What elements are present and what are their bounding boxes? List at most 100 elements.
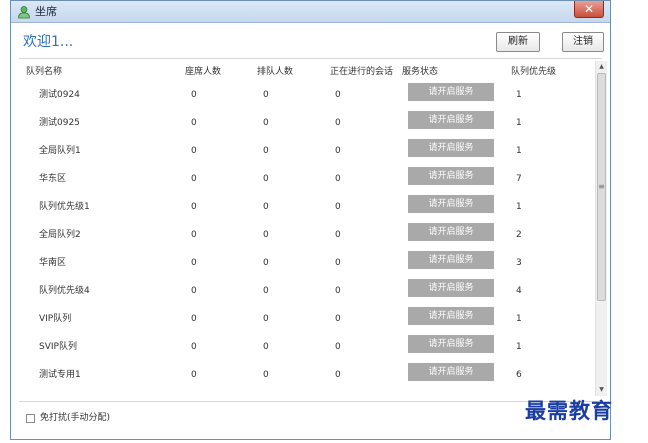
cell-sessions: 0 bbox=[335, 202, 341, 212]
start-service-button[interactable]: 请开启服务 bbox=[408, 335, 494, 353]
cell-name: 队列优先级4 bbox=[39, 286, 90, 296]
cell-name: 全局队列1 bbox=[39, 146, 81, 156]
cell-priority: 3 bbox=[516, 258, 522, 268]
cell-agents: 0 bbox=[191, 286, 197, 296]
vertical-scrollbar[interactable]: ▲ ≡ ▼ bbox=[595, 61, 607, 396]
cell-agents: 0 bbox=[191, 370, 197, 380]
cell-name: VIP队列 bbox=[39, 314, 72, 324]
column-header-priority[interactable]: 队列优先级 bbox=[511, 66, 556, 78]
cell-priority: 1 bbox=[516, 202, 522, 212]
logout-button[interactable]: 注销 bbox=[562, 32, 604, 52]
cell-queued: 0 bbox=[263, 286, 269, 296]
queue-table: 队列名称 座席人数 排队人数 正在进行的会话 服务状态 队列优先级 测试0924… bbox=[11, 61, 595, 399]
refresh-button[interactable]: 刷新 bbox=[496, 32, 540, 52]
window-title: 坐席 bbox=[35, 5, 57, 18]
user-icon bbox=[18, 6, 30, 19]
cell-queued: 0 bbox=[263, 202, 269, 212]
cell-name: 全局队列2 bbox=[39, 230, 81, 240]
cell-priority: 1 bbox=[516, 342, 522, 352]
cell-name: 测试专用1 bbox=[39, 370, 81, 380]
cell-sessions: 0 bbox=[335, 314, 341, 324]
cell-sessions: 0 bbox=[335, 90, 341, 100]
column-header-agent-count[interactable]: 座席人数 bbox=[185, 66, 221, 78]
cell-priority: 1 bbox=[516, 90, 522, 100]
cell-agents: 0 bbox=[191, 118, 197, 128]
column-header-queue-name[interactable]: 队列名称 bbox=[26, 66, 62, 78]
cell-sessions: 0 bbox=[335, 370, 341, 380]
cell-agents: 0 bbox=[191, 202, 197, 212]
cell-name: 华东区 bbox=[39, 174, 67, 184]
cell-queued: 0 bbox=[263, 370, 269, 380]
start-service-button[interactable]: 请开启服务 bbox=[408, 251, 494, 269]
start-service-button[interactable]: 请开启服务 bbox=[408, 167, 494, 185]
cell-priority: 1 bbox=[516, 118, 522, 128]
scrollbar-thumb[interactable]: ≡ bbox=[597, 73, 606, 301]
start-service-button[interactable]: 请开启服务 bbox=[408, 223, 494, 241]
cell-priority: 6 bbox=[516, 370, 522, 380]
cell-queued: 0 bbox=[263, 314, 269, 324]
table-row[interactable]: VIP队列 0 0 0 请开启服务 1 bbox=[11, 305, 595, 333]
do-not-disturb-checkbox[interactable] bbox=[26, 414, 35, 423]
cell-sessions: 0 bbox=[335, 342, 341, 352]
column-header-queue-count[interactable]: 排队人数 bbox=[257, 66, 293, 78]
cell-agents: 0 bbox=[191, 314, 197, 324]
cell-sessions: 0 bbox=[335, 286, 341, 296]
start-service-button[interactable]: 请开启服务 bbox=[408, 111, 494, 129]
cell-agents: 0 bbox=[191, 174, 197, 184]
footer-divider bbox=[19, 401, 602, 402]
cell-sessions: 0 bbox=[335, 118, 341, 128]
cell-queued: 0 bbox=[263, 118, 269, 128]
cell-priority: 7 bbox=[516, 174, 522, 184]
cell-queued: 0 bbox=[263, 258, 269, 268]
close-icon[interactable]: ✕ bbox=[584, 2, 594, 16]
cell-agents: 0 bbox=[191, 146, 197, 156]
cell-priority: 2 bbox=[516, 230, 522, 240]
table-row[interactable]: 测试0925 0 0 0 请开启服务 1 bbox=[11, 109, 595, 137]
table-row[interactable]: 测试0924 0 0 0 请开启服务 1 bbox=[11, 81, 595, 109]
scroll-down-icon[interactable]: ▼ bbox=[596, 384, 607, 396]
close-button[interactable]: ✕ bbox=[574, 1, 604, 18]
start-service-button[interactable]: 请开启服务 bbox=[408, 307, 494, 325]
table-row[interactable]: 华东区 0 0 0 请开启服务 7 bbox=[11, 165, 595, 193]
header-divider bbox=[19, 58, 602, 59]
table-row[interactable]: 全局队列1 0 0 0 请开启服务 1 bbox=[11, 137, 595, 165]
cell-name: SVIP队列 bbox=[39, 342, 77, 352]
cell-name: 测试0924 bbox=[39, 90, 80, 100]
table-row[interactable]: 华南区 0 0 0 请开启服务 3 bbox=[11, 249, 595, 277]
cell-queued: 0 bbox=[263, 90, 269, 100]
cell-sessions: 0 bbox=[335, 146, 341, 156]
cell-priority: 1 bbox=[516, 314, 522, 324]
cell-agents: 0 bbox=[191, 90, 197, 100]
do-not-disturb-label[interactable]: 免打扰(手动分配) bbox=[40, 412, 110, 424]
table-row[interactable]: 队列优先级1 0 0 0 请开启服务 1 bbox=[11, 193, 595, 221]
cell-queued: 0 bbox=[263, 146, 269, 156]
cell-name: 华南区 bbox=[39, 258, 67, 268]
table-row[interactable]: 全局队列2 0 0 0 请开启服务 2 bbox=[11, 221, 595, 249]
cell-priority: 4 bbox=[516, 286, 522, 296]
cell-queued: 0 bbox=[263, 342, 269, 352]
table-row[interactable]: 测试专用1 0 0 0 请开启服务 6 bbox=[11, 361, 595, 389]
start-service-button[interactable]: 请开启服务 bbox=[408, 83, 494, 101]
agent-window: 坐席 ✕ 欢迎1... 刷新 注销 队列名称 座席人数 排队人数 正在进行的会话… bbox=[10, 0, 611, 440]
watermark-text: 最需教育 bbox=[525, 398, 613, 423]
cell-sessions: 0 bbox=[335, 174, 341, 184]
start-service-button[interactable]: 请开启服务 bbox=[408, 279, 494, 297]
title-bar: 坐席 ✕ bbox=[11, 1, 610, 23]
cell-agents: 0 bbox=[191, 258, 197, 268]
start-service-button[interactable]: 请开启服务 bbox=[408, 139, 494, 157]
start-service-button[interactable]: 请开启服务 bbox=[408, 195, 494, 213]
cell-queued: 0 bbox=[263, 174, 269, 184]
cell-name: 队列优先级1 bbox=[39, 202, 90, 212]
cell-agents: 0 bbox=[191, 342, 197, 352]
welcome-text: 欢迎1... bbox=[23, 34, 74, 50]
scroll-up-icon[interactable]: ▲ bbox=[596, 61, 607, 73]
table-row[interactable]: 队列优先级4 0 0 0 请开启服务 4 bbox=[11, 277, 595, 305]
column-header-active-sessions[interactable]: 正在进行的会话 bbox=[330, 66, 393, 78]
cell-sessions: 0 bbox=[335, 230, 341, 240]
start-service-button[interactable]: 请开启服务 bbox=[408, 363, 494, 381]
cell-sessions: 0 bbox=[335, 258, 341, 268]
table-row[interactable]: SVIP队列 0 0 0 请开启服务 1 bbox=[11, 333, 595, 361]
cell-priority: 1 bbox=[516, 146, 522, 156]
column-header-service-status[interactable]: 服务状态 bbox=[402, 66, 438, 78]
cell-name: 测试0925 bbox=[39, 118, 80, 128]
